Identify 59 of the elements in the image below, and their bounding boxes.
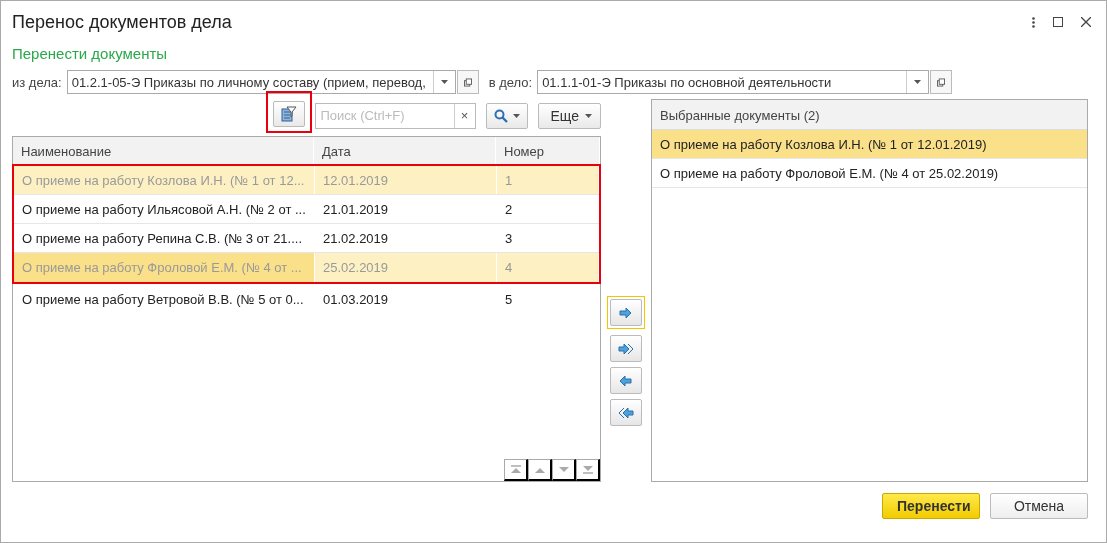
table-cell: 12.01.2019 xyxy=(315,166,497,194)
search-icon xyxy=(493,108,508,123)
double-arrow-left-icon xyxy=(618,405,634,420)
section-title: Перенести документы xyxy=(12,45,169,64)
filter-button[interactable] xyxy=(272,100,305,127)
table-cell: 2 xyxy=(497,195,599,223)
list-item[interactable]: О приеме на работу Фроловой Е.М. (№ 4 от 25.02.2019) xyxy=(652,159,1087,188)
caret-icon xyxy=(440,80,448,84)
table-cell: О приеме на работу Репина С.В. (№ 3 от 21.... xyxy=(14,224,315,252)
table-cell: 01.03.2019 xyxy=(315,285,497,314)
arrow-left-icon xyxy=(618,373,634,388)
maximize-icon xyxy=(1053,17,1063,27)
table-cell: О приеме на работу Ветровой В.В. (№ 5 от 0... xyxy=(14,285,315,314)
table-cell: 5 xyxy=(497,285,599,314)
caret-icon xyxy=(512,113,520,118)
table-cell: О приеме на работу Козлова И.Н. (№ 1 от 12... xyxy=(14,166,315,194)
table-cell: 21.02.2019 xyxy=(315,224,497,252)
table-cell: О приеме на работу Ильясовой А.Н. (№ 2 от ... xyxy=(14,195,315,223)
last-button[interactable] xyxy=(576,459,600,481)
last-icon xyxy=(581,465,594,474)
field-label: в дело: xyxy=(488,74,533,90)
open-button[interactable] xyxy=(930,70,953,94)
table-cell: 3 xyxy=(497,224,599,252)
transfer-button[interactable]: Перенести xyxy=(882,493,980,519)
table-cell: 1 xyxy=(497,166,599,194)
up-button[interactable] xyxy=(528,459,552,481)
filter-icon xyxy=(280,105,297,122)
list-item[interactable]: О приеме на работу Козлова И.Н. (№ 1 от 12.01.2019) xyxy=(652,130,1087,159)
table-cell: 4 xyxy=(497,253,599,282)
open-button[interactable] xyxy=(456,70,479,94)
panel-header: Выбранные документы (2) xyxy=(652,100,1087,130)
double-arrow-right-icon xyxy=(618,341,634,356)
move-button[interactable] xyxy=(607,332,645,365)
up-icon xyxy=(533,465,546,474)
open-icon xyxy=(937,77,946,87)
cancel-button[interactable]: Отмена xyxy=(990,493,1088,519)
down-button[interactable] xyxy=(552,459,576,481)
dropdown-field[interactable]: 01.1.1-01-Э Приказы по основной деятельности xyxy=(537,70,930,94)
search-field[interactable]: Поиск (Ctrl+F) × xyxy=(314,102,476,129)
caret-icon xyxy=(914,80,922,84)
search-button[interactable] xyxy=(485,102,528,129)
move-button[interactable] xyxy=(607,296,645,329)
dropdown-field[interactable]: 01.2.1-05-Э Приказы по личному составу (прием, перевод, xyxy=(66,70,456,94)
first-icon xyxy=(509,465,522,474)
field-label: из дела: xyxy=(12,74,62,90)
more-icon xyxy=(1032,16,1035,28)
close-icon xyxy=(1081,17,1091,27)
caret-icon xyxy=(585,113,592,118)
move-button[interactable] xyxy=(607,364,645,397)
table-cell: 21.01.2019 xyxy=(315,195,497,223)
table-cell: О приеме на работу Фроловой Е.М. (№ 4 от ... xyxy=(14,253,315,282)
down-icon xyxy=(557,465,570,474)
move-button[interactable] xyxy=(607,396,645,429)
window-title: Перенос документов дела xyxy=(12,11,233,33)
arrow-right-icon xyxy=(618,305,634,320)
table-cell: 25.02.2019 xyxy=(315,253,497,282)
open-icon xyxy=(463,77,472,87)
more-button[interactable]: Еще xyxy=(537,102,601,129)
first-button[interactable] xyxy=(504,459,528,481)
